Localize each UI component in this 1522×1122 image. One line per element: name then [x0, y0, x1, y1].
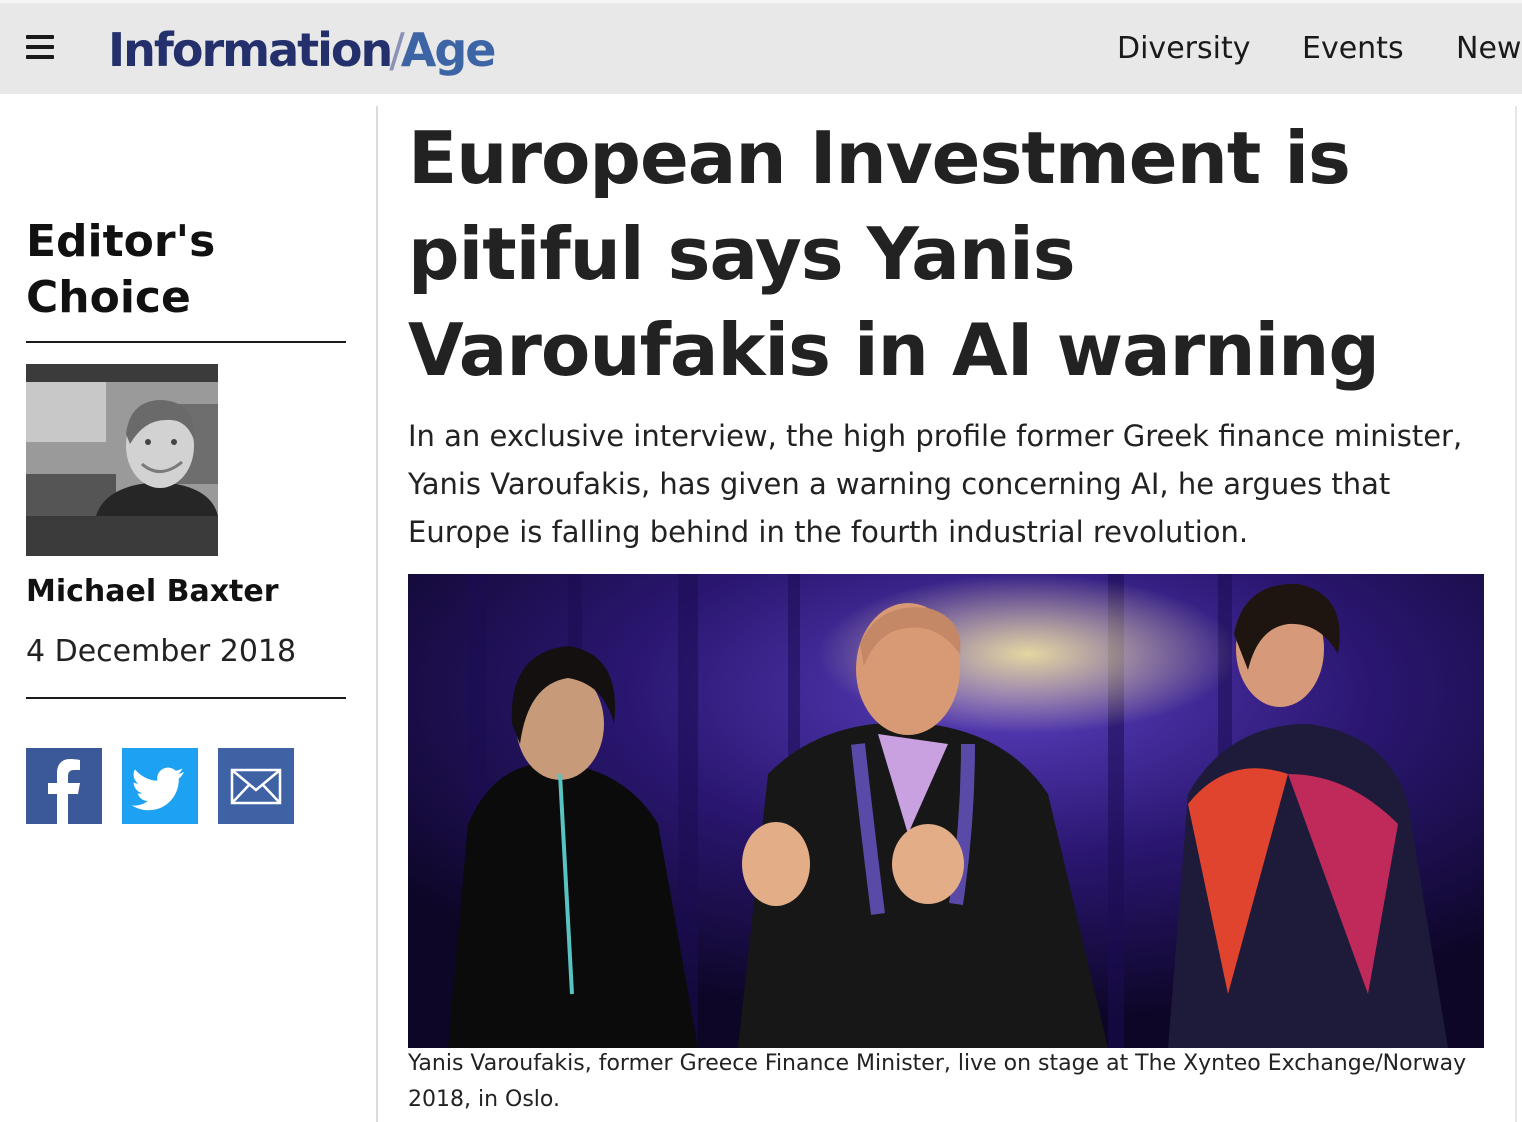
article-standfirst: In an exclusive interview, the high prof…	[408, 419, 1463, 549]
image-caption: Yanis Varoufakis, former Greece Finance …	[408, 1051, 1467, 1112]
nav-item-diversity[interactable]: Diversity	[1117, 31, 1250, 66]
site-logo[interactable]: Information/Age	[108, 21, 497, 79]
article-hero-image[interactable]	[408, 574, 1484, 1048]
author-portrait-image	[26, 364, 218, 556]
nav-item-events[interactable]: Events	[1302, 31, 1404, 66]
author-avatar[interactable]	[26, 364, 218, 556]
twitter-icon	[131, 767, 184, 811]
column-divider	[376, 106, 378, 1122]
sidebar-divider-bottom	[26, 697, 346, 699]
logo-text-information: Information	[108, 23, 393, 77]
share-email-button[interactable]	[218, 748, 294, 824]
facebook-icon	[48, 759, 80, 824]
sidebar-divider-top	[26, 341, 346, 343]
top-navigation-bar: Information/Age Diversity Events New	[0, 0, 1522, 94]
share-facebook-button[interactable]	[26, 748, 102, 824]
stage-photo-image	[408, 574, 1484, 1048]
hamburger-menu-icon[interactable]	[26, 35, 54, 59]
editors-choice-heading: Editor's Choice	[26, 216, 216, 323]
article-headline: European Investment is pitiful says Yani…	[408, 116, 1380, 392]
right-edge-divider	[1515, 106, 1517, 1122]
logo-text-age: Age	[400, 23, 497, 77]
share-twitter-button[interactable]	[122, 748, 198, 824]
email-icon	[230, 768, 282, 805]
author-name[interactable]: Michael Baxter	[26, 574, 279, 609]
publish-date: 4 December 2018	[26, 634, 297, 669]
nav-item-news[interactable]: New	[1456, 31, 1521, 66]
